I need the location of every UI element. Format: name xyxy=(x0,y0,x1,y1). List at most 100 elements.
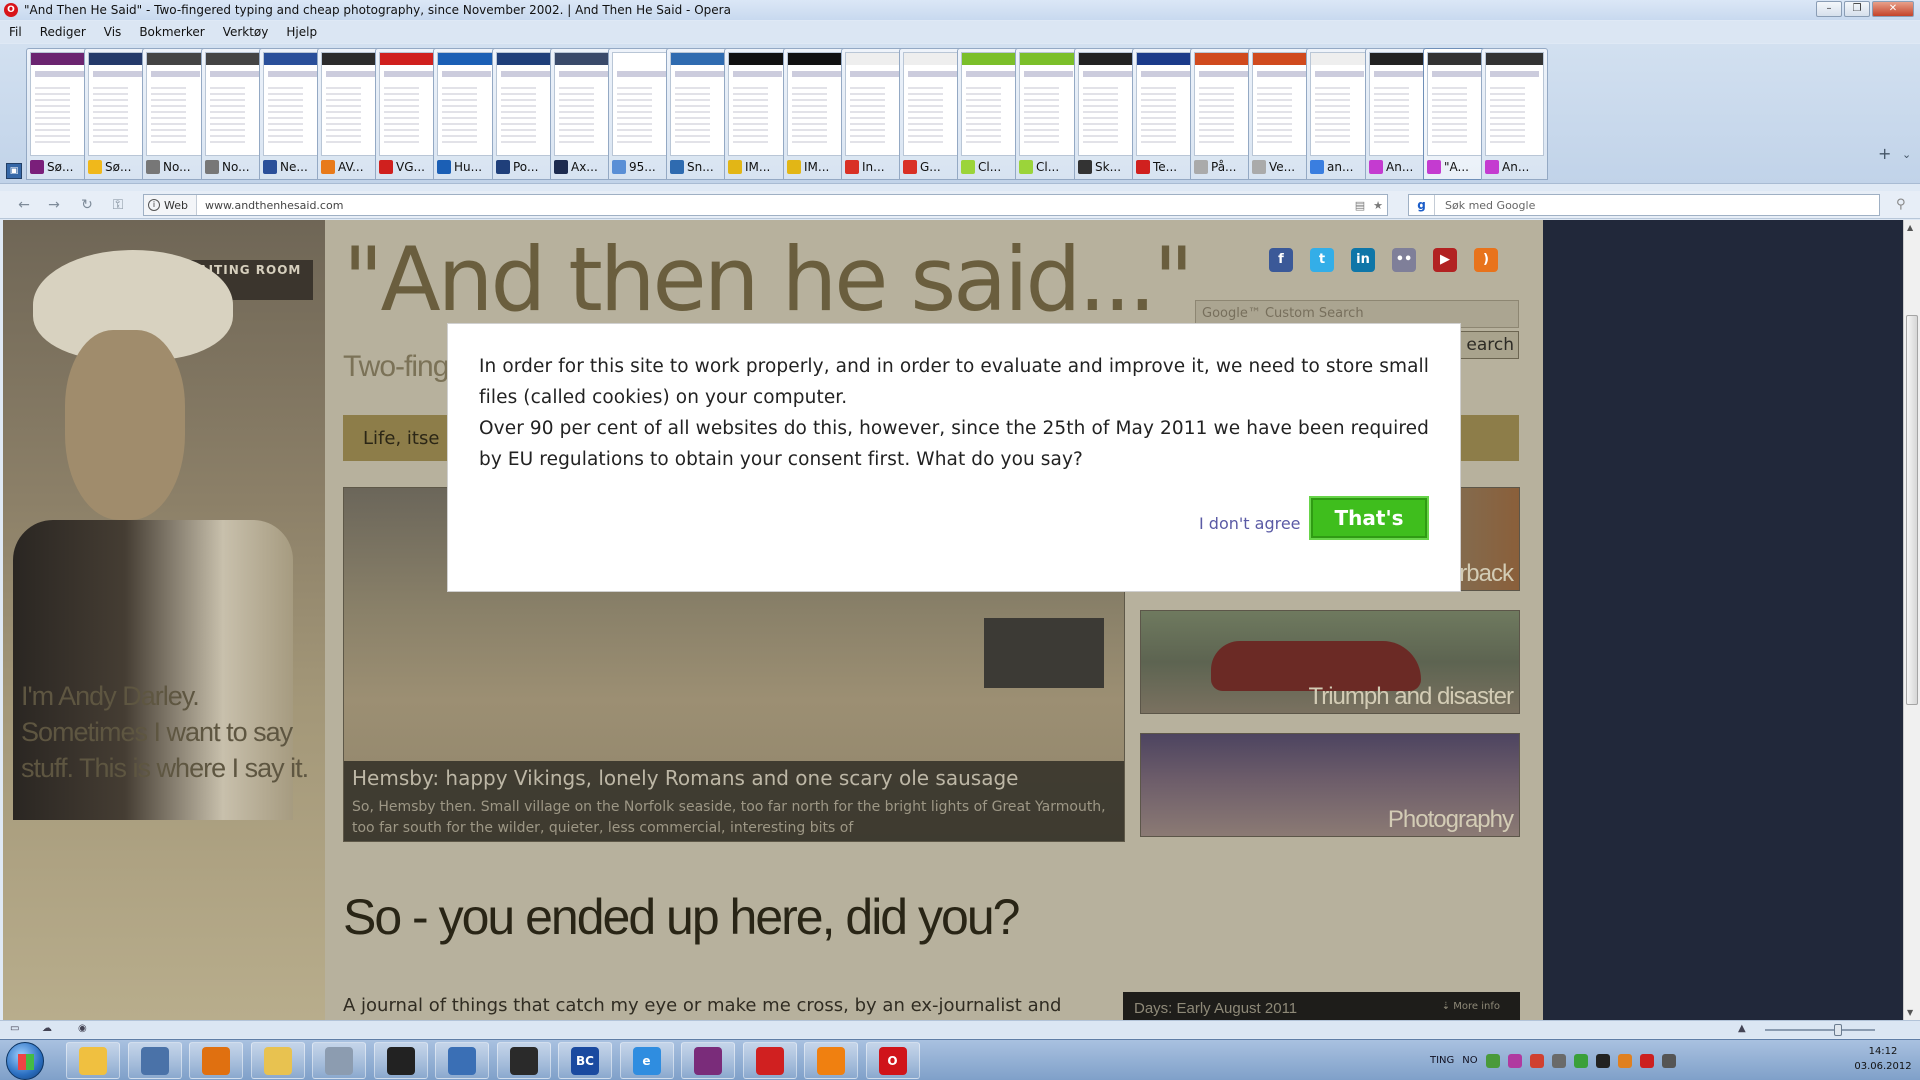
linkedin-icon[interactable]: in xyxy=(1351,248,1375,272)
bookmark-star-icon[interactable]: ★ xyxy=(1369,199,1387,212)
tab-menu-chevron-icon[interactable]: ⌄ xyxy=(1902,148,1911,161)
menu-view[interactable]: Vis xyxy=(95,25,131,39)
security-badge[interactable]: i Web xyxy=(144,195,197,215)
browser-tab[interactable]: Hu... xyxy=(433,48,500,180)
featured-title[interactable]: Hemsby: happy Vikings, lonely Romans and… xyxy=(352,766,1018,790)
start-button[interactable] xyxy=(6,1042,44,1080)
browser-tab[interactable]: Cl... xyxy=(1015,48,1082,180)
maximize-button[interactable]: ❐ xyxy=(1844,1,1870,17)
taskbar-app[interactable] xyxy=(496,1042,551,1079)
tray-language-2[interactable]: NO xyxy=(1462,1055,1477,1066)
zoom-slider[interactable] xyxy=(1765,1029,1875,1031)
back-icon[interactable]: ← xyxy=(14,195,34,215)
scroll-down-icon[interactable]: ▼ xyxy=(1907,1008,1913,1017)
tray-vlc-icon[interactable] xyxy=(1617,1053,1632,1068)
side-card-photography[interactable]: Photography xyxy=(1140,733,1520,837)
search-field[interactable]: g Søk med Google xyxy=(1408,194,1880,216)
taskbar-app[interactable]: e xyxy=(619,1042,674,1079)
tray-volume-icon[interactable] xyxy=(1661,1053,1676,1068)
tray-chat-icon[interactable] xyxy=(1507,1053,1522,1068)
taskbar-app[interactable] xyxy=(742,1042,797,1079)
browser-tab[interactable]: Cl... xyxy=(957,48,1024,180)
browser-tab[interactable]: Po... xyxy=(492,48,559,180)
menu-file[interactable]: Fil xyxy=(0,25,31,39)
taskbar-app[interactable] xyxy=(373,1042,428,1079)
panel-toggle-icon[interactable]: ▣ xyxy=(6,163,22,179)
browser-tab[interactable]: Ve... xyxy=(1248,48,1315,180)
taskbar-app[interactable] xyxy=(189,1042,243,1079)
browser-tab[interactable]: Ax... xyxy=(550,48,617,180)
facebook-icon[interactable]: f xyxy=(1269,248,1293,272)
browser-tab[interactable]: an... xyxy=(1306,48,1373,180)
accept-button[interactable]: That's fine xyxy=(1309,496,1429,570)
taskbar-app[interactable] xyxy=(681,1042,735,1079)
taskbar-app[interactable] xyxy=(435,1042,489,1079)
tray-update-icon[interactable] xyxy=(1573,1053,1588,1068)
zoom-knob[interactable] xyxy=(1834,1024,1842,1036)
browser-tab[interactable]: Sk... xyxy=(1074,48,1141,180)
browser-tab[interactable]: Te... xyxy=(1132,48,1199,180)
reload-icon[interactable]: ↻ xyxy=(77,195,97,215)
rss-icon[interactable]: ) xyxy=(1474,248,1498,272)
tray-ati-icon[interactable] xyxy=(1595,1053,1610,1068)
tray-network-icon[interactable] xyxy=(1485,1053,1500,1068)
menu-help[interactable]: Hjelp xyxy=(277,25,326,39)
magnifier-icon[interactable]: ⚲ xyxy=(1896,197,1906,212)
taskbar-app[interactable] xyxy=(312,1042,366,1079)
browser-tab[interactable]: På... xyxy=(1190,48,1257,180)
browser-tab[interactable]: An... xyxy=(1365,48,1432,180)
key-icon[interactable]: ⚿ xyxy=(108,195,128,215)
tray-flag-icon[interactable] xyxy=(1639,1053,1654,1068)
browser-tab[interactable]: Sø... xyxy=(84,48,151,180)
taskbar-app[interactable] xyxy=(66,1042,120,1079)
taskbar-app[interactable]: O xyxy=(865,1042,920,1079)
browser-tab[interactable]: Sø... xyxy=(26,48,93,180)
browser-tab[interactable]: 95... xyxy=(608,48,675,180)
menu-tools[interactable]: Verktøy xyxy=(214,25,278,39)
decline-link[interactable]: I don't agree xyxy=(1199,514,1301,533)
turbo-icon[interactable]: ◉ xyxy=(78,1023,92,1035)
menu-bookmarks[interactable]: Bokmerker xyxy=(130,25,213,39)
vertical-scrollbar[interactable]: ▲ ▼ xyxy=(1903,220,1920,1020)
site-title[interactable]: "And then he said..." xyxy=(343,228,1194,331)
browser-tab[interactable]: No... xyxy=(142,48,209,180)
browser-tab[interactable]: Ne... xyxy=(259,48,326,180)
taskbar-app[interactable] xyxy=(127,1042,182,1079)
browser-tab[interactable]: G... xyxy=(899,48,966,180)
tray-shield-icon[interactable] xyxy=(1529,1053,1544,1068)
clock[interactable]: 14:12 03.06.2012 xyxy=(1850,1044,1916,1074)
google-icon[interactable]: g xyxy=(1409,195,1435,215)
more-info-link[interactable]: ⇣ More info xyxy=(1442,1001,1500,1012)
browser-tab[interactable]: "A... xyxy=(1423,48,1490,180)
forward-icon[interactable]: → xyxy=(44,195,64,215)
taskbar-app[interactable] xyxy=(250,1042,305,1079)
url-text[interactable]: www.andthenhesaid.com xyxy=(197,199,1351,212)
scroll-up-icon[interactable]: ▲ xyxy=(1907,223,1913,232)
browser-tab[interactable]: IM... xyxy=(724,48,791,180)
new-tab-button[interactable]: + xyxy=(1878,144,1891,163)
side-card-triumph[interactable]: Triumph and disaster xyxy=(1140,610,1520,714)
browser-tab[interactable]: In... xyxy=(841,48,908,180)
site-search-button[interactable]: earch xyxy=(1452,331,1519,359)
minimize-button[interactable]: – xyxy=(1816,1,1842,17)
browser-tab[interactable]: Sn... xyxy=(666,48,733,180)
panel-icon[interactable]: ▭ xyxy=(10,1023,24,1035)
taskbar-app[interactable] xyxy=(804,1042,858,1079)
unite-cloud-icon[interactable]: ☁ xyxy=(42,1023,56,1035)
twitter-icon[interactable]: t xyxy=(1310,248,1334,272)
taskbar-app[interactable]: BC xyxy=(558,1042,612,1079)
youtube-icon[interactable]: ▶ xyxy=(1433,248,1457,272)
scroll-thumb[interactable] xyxy=(1906,315,1918,705)
tray-steam-icon[interactable] xyxy=(1551,1053,1566,1068)
address-field[interactable]: i Web www.andthenhesaid.com ▤ ★ xyxy=(143,194,1388,216)
browser-tab[interactable]: An... xyxy=(1481,48,1548,180)
browser-tab[interactable]: VG... xyxy=(375,48,442,180)
browser-tab[interactable]: AV... xyxy=(317,48,384,180)
browser-tab[interactable]: No... xyxy=(201,48,268,180)
browser-tab[interactable]: IM... xyxy=(783,48,850,180)
menu-edit[interactable]: Rediger xyxy=(31,25,95,39)
zoom-up-icon[interactable]: ▲ xyxy=(1738,1023,1752,1035)
feed-icon[interactable]: ▤ xyxy=(1351,199,1369,212)
close-button[interactable]: ✕ xyxy=(1872,1,1914,17)
flickr-icon[interactable]: •• xyxy=(1392,248,1416,272)
